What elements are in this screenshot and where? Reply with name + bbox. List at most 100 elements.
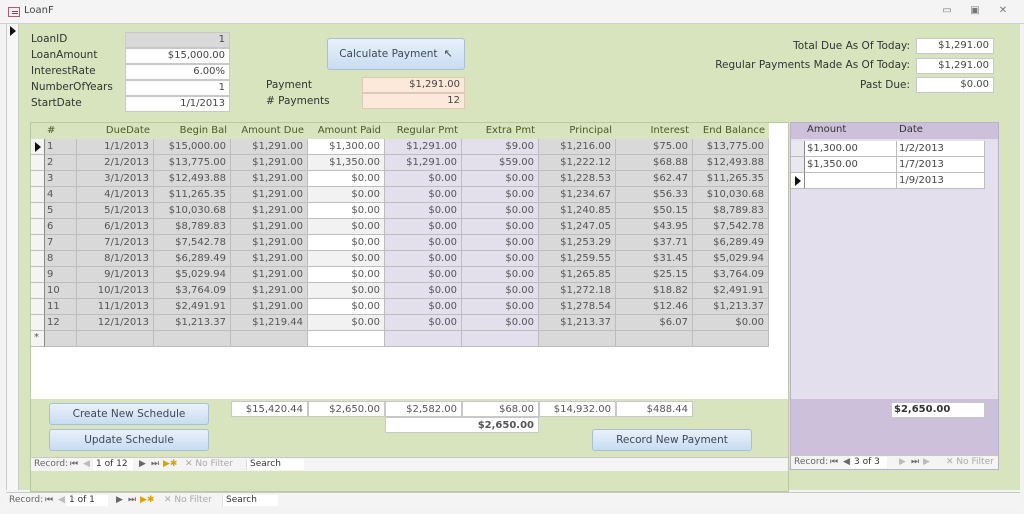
cell-amount-paid[interactable]: $0.00	[308, 283, 385, 299]
schedule-row[interactable]: 5 5/1/2013 $10,030.68 $1,291.00 $0.00 $0.00 $0…	[31, 203, 769, 219]
record-position-input[interactable]: 3 of 3	[851, 457, 887, 468]
cell-amount-paid[interactable]: $0.00	[308, 187, 385, 203]
row-selector[interactable]	[791, 141, 805, 157]
first-record-icon[interactable]: ⏮	[70, 459, 78, 469]
interestrate-field[interactable]: 6.00%	[125, 64, 230, 80]
payment-row[interactable]: 1/9/2013	[791, 173, 985, 189]
row-selector[interactable]	[31, 235, 45, 251]
row-selector[interactable]	[31, 171, 45, 187]
no-filter-button[interactable]: ✕ No Filter	[164, 495, 212, 505]
cell-amount-paid[interactable]: $0.00	[308, 251, 385, 267]
total-due-field[interactable]: $1,291.00	[916, 38, 994, 54]
regular-payments-made-field[interactable]: $1,291.00	[916, 58, 994, 74]
row-selector[interactable]	[791, 173, 805, 189]
row-selector[interactable]	[31, 187, 45, 203]
new-record-icon[interactable]: ▶✱	[163, 459, 177, 469]
cell-amount-paid[interactable]: $0.00	[308, 171, 385, 187]
payment-date-cell[interactable]: 1/9/2013	[897, 173, 985, 189]
column-header-num[interactable]: #	[31, 123, 77, 139]
minimize-icon[interactable]: ▭	[940, 5, 954, 17]
next-record-icon[interactable]: ▶	[116, 495, 123, 505]
row-selector[interactable]	[31, 299, 45, 315]
record-position-input[interactable]: 1 of 12	[93, 459, 133, 470]
cell-amount-paid[interactable]: $0.00	[308, 315, 385, 331]
column-header-amount-paid[interactable]: Amount Paid	[308, 123, 385, 139]
update-schedule-button[interactable]: Update Schedule	[49, 429, 209, 451]
row-selector[interactable]	[31, 283, 45, 299]
last-record-icon[interactable]: ⏭	[911, 457, 919, 467]
column-header-regular-pmt[interactable]: Regular Pmt	[385, 123, 462, 139]
calculate-payment-button[interactable]: Calculate Payment ↖	[327, 38, 465, 70]
cell-amount-paid[interactable]: $0.00	[308, 219, 385, 235]
cell-amount-paid[interactable]	[308, 331, 385, 347]
first-record-icon[interactable]: ⏮	[830, 457, 838, 467]
search-input[interactable]: Search	[246, 459, 304, 470]
schedule-row[interactable]: 12 12/1/2013 $1,213.37 $1,219.44 $0.00 $0.00 $…	[31, 315, 769, 331]
schedule-row[interactable]: 2 2/1/2013 $13,775.00 $1,291.00 $1,350.00 $1,…	[31, 155, 769, 171]
payment-row[interactable]: $1,350.00 1/7/2013	[791, 157, 985, 173]
row-selector[interactable]	[31, 251, 45, 267]
past-due-field[interactable]: $0.00	[916, 77, 994, 93]
row-selector[interactable]	[31, 155, 45, 171]
last-record-icon[interactable]: ⏭	[128, 495, 136, 505]
create-new-schedule-button[interactable]: Create New Schedule	[49, 403, 209, 425]
previous-record-icon[interactable]: ◀	[843, 457, 850, 467]
schedule-row[interactable]: 11 11/1/2013 $2,491.91 $1,291.00 $0.00 $0.00 $…	[31, 299, 769, 315]
schedule-row[interactable]: 9 9/1/2013 $5,029.94 $1,291.00 $0.00 $0.00 $0.…	[31, 267, 769, 283]
schedule-new-row[interactable]: *	[31, 331, 769, 347]
column-header-end-balance[interactable]: End Balance	[693, 123, 769, 139]
next-record-icon[interactable]: ▶	[139, 459, 146, 469]
next-record-icon[interactable]: ▶	[899, 457, 906, 467]
startdate-field[interactable]: 1/1/2013	[125, 96, 230, 112]
payment-date-cell[interactable]: 1/2/2013	[897, 141, 985, 157]
schedule-row[interactable]: 1 1/1/2013 $15,000.00 $1,291.00 $1,300.00 $1,…	[31, 139, 769, 155]
row-selector[interactable]: *	[31, 331, 45, 347]
loanid-field[interactable]: 1	[125, 32, 230, 48]
column-header-amount-due[interactable]: Amount Due	[231, 123, 308, 139]
schedule-row[interactable]: 7 7/1/2013 $7,542.78 $1,291.00 $0.00 $0.00 $0.…	[31, 235, 769, 251]
payment-amount-cell[interactable]: $1,350.00	[805, 157, 897, 173]
row-selector[interactable]	[31, 139, 45, 155]
payment-amount-cell[interactable]	[805, 173, 897, 189]
cell-amount-paid[interactable]: $1,350.00	[308, 155, 385, 171]
first-record-icon[interactable]: ⏮	[45, 495, 53, 505]
row-selector[interactable]	[791, 157, 805, 173]
payment-amount-cell[interactable]: $1,300.00	[805, 141, 897, 157]
cell-amount-paid[interactable]: $0.00	[308, 267, 385, 283]
schedule-row[interactable]: 3 3/1/2013 $12,493.88 $1,291.00 $0.00 $0.00 $0…	[31, 171, 769, 187]
column-header-principal[interactable]: Principal	[539, 123, 616, 139]
cell-amount-paid[interactable]: $0.00	[308, 203, 385, 219]
record-selector[interactable]	[6, 24, 19, 490]
column-header-extra-pmt[interactable]: Extra Pmt	[462, 123, 539, 139]
new-record-icon[interactable]: ▶	[923, 457, 930, 467]
row-selector[interactable]	[31, 267, 45, 283]
schedule-row[interactable]: 10 10/1/2013 $3,764.09 $1,291.00 $0.00 $0.00 $…	[31, 283, 769, 299]
cell-amount-paid[interactable]: $1,300.00	[308, 139, 385, 155]
previous-record-icon[interactable]: ◀	[83, 459, 90, 469]
loanamount-field[interactable]: $15,000.00	[125, 48, 230, 64]
no-filter-button[interactable]: ✕ No Filter	[946, 457, 994, 467]
row-selector[interactable]	[31, 203, 45, 219]
new-record-icon[interactable]: ▶✱	[140, 495, 154, 505]
payment-date-cell[interactable]: 1/7/2013	[897, 157, 985, 173]
close-icon[interactable]: ✕	[996, 5, 1010, 17]
numberofyears-field[interactable]: 1	[125, 80, 230, 96]
previous-record-icon[interactable]: ◀	[58, 495, 65, 505]
record-new-payment-button[interactable]: Record New Payment	[592, 429, 752, 451]
cell-amount-paid[interactable]: $0.00	[308, 299, 385, 315]
column-header-interest[interactable]: Interest	[616, 123, 693, 139]
record-position-input[interactable]: 1 of 1	[66, 495, 108, 506]
restore-icon[interactable]: ▣	[968, 5, 982, 17]
schedule-row[interactable]: 4 4/1/2013 $11,265.35 $1,291.00 $0.00 $0.00 $0…	[31, 187, 769, 203]
last-record-icon[interactable]: ⏭	[151, 459, 159, 469]
row-selector[interactable]	[31, 219, 45, 235]
column-header-begin-bal[interactable]: Begin Bal	[154, 123, 231, 139]
num-payments-field[interactable]: 12	[362, 93, 465, 109]
no-filter-button[interactable]: ✕ No Filter	[185, 459, 233, 469]
schedule-row[interactable]: 6 6/1/2013 $8,789.83 $1,291.00 $0.00 $0.00 $0.…	[31, 219, 769, 235]
cell-amount-paid[interactable]: $0.00	[308, 235, 385, 251]
column-header-duedate[interactable]: DueDate	[77, 123, 154, 139]
payment-row[interactable]: $1,300.00 1/2/2013	[791, 141, 985, 157]
row-selector[interactable]	[31, 315, 45, 331]
schedule-row[interactable]: 8 8/1/2013 $6,289.49 $1,291.00 $0.00 $0.00 $0.…	[31, 251, 769, 267]
